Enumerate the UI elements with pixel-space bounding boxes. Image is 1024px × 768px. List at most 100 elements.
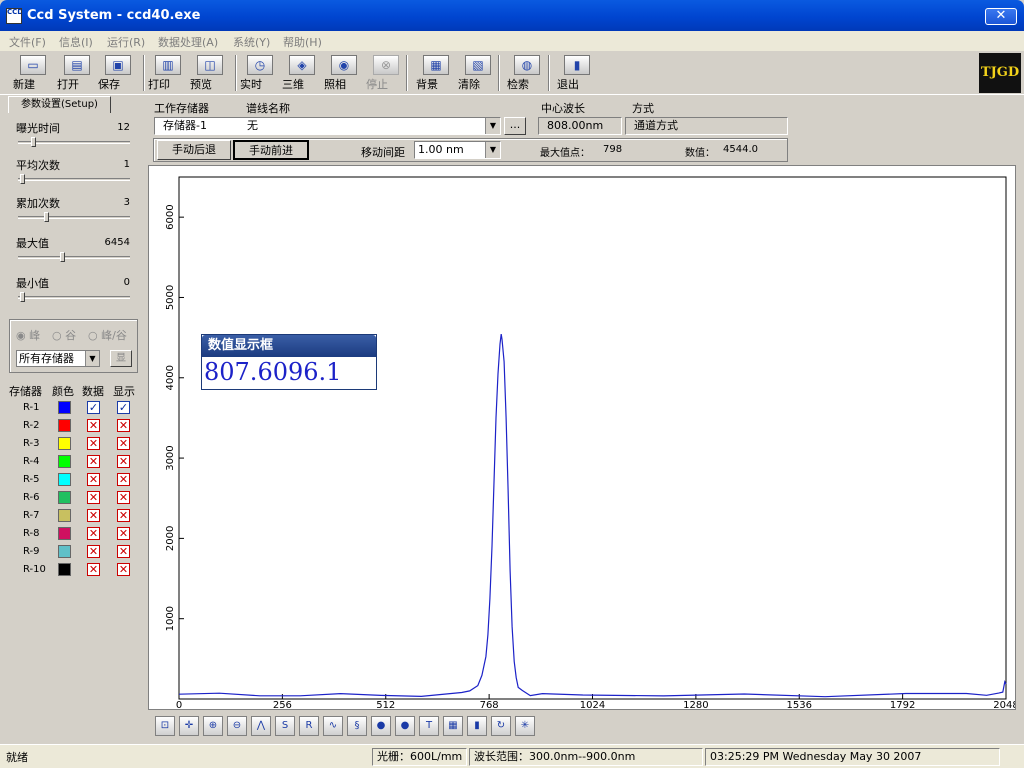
memory-data-checkbox[interactable]: ✕ — [87, 437, 100, 450]
spectrum-chart[interactable]: 0 256 512 768 1024 1280 1536 1792 2048 1000 2000 30… — [148, 165, 1016, 710]
store-select[interactable]: 所有存储器 ▼ — [16, 350, 100, 367]
background-icon: ▦ — [423, 55, 449, 75]
slider-thumb[interactable] — [60, 252, 65, 262]
spectrum-plot[interactable]: 0 256 512 768 1024 1280 1536 1792 2048 1000 2000 30… — [149, 166, 1015, 709]
toolbar-button-1[interactable]: ▤ 打开 — [57, 55, 97, 93]
slider-track[interactable] — [18, 252, 130, 262]
chevron-down-icon[interactable]: ▼ — [485, 142, 500, 158]
manual-back-button[interactable]: 手动后退 — [157, 140, 231, 160]
memory-show-checkbox[interactable]: ✓ — [117, 401, 130, 414]
chevron-down-icon[interactable]: ▼ — [485, 118, 500, 134]
menu-file[interactable]: 文件(F) — [9, 34, 46, 50]
slider-thumb[interactable] — [44, 212, 49, 222]
memory-data-checkbox[interactable]: ✕ — [87, 545, 100, 558]
r-equals-icon[interactable]: R — [299, 716, 319, 736]
slider-thumb[interactable] — [20, 174, 25, 184]
memory-color-swatch[interactable] — [58, 437, 71, 450]
memory-color-swatch[interactable] — [58, 527, 71, 540]
t-w-icon[interactable]: T — [419, 716, 439, 736]
menu-help[interactable]: 帮助(H) — [283, 34, 322, 50]
slider-thumb[interactable] — [20, 292, 25, 302]
toolbar-button-9[interactable]: ▦ 背景 — [416, 55, 456, 93]
memory-data-checkbox[interactable]: ✕ — [87, 563, 100, 576]
memory-show-checkbox[interactable]: ✕ — [117, 563, 130, 576]
memory-show-checkbox[interactable]: ✕ — [117, 455, 130, 468]
memory-show-checkbox[interactable]: ✕ — [117, 473, 130, 486]
x-tick-label: 2048 — [993, 700, 1015, 709]
toolbar-button-10[interactable]: ▧ 清除 — [458, 55, 498, 93]
step-select[interactable]: 1.00 nm ▼ — [414, 141, 501, 159]
memory-name: R-2 — [23, 420, 40, 431]
memory-color-swatch[interactable] — [58, 455, 71, 468]
bar-icon[interactable]: ▮ — [467, 716, 487, 736]
browse-button[interactable]: ... — [504, 117, 526, 135]
memory-show-checkbox[interactable]: ✕ — [117, 491, 130, 504]
chevron-down-icon[interactable]: ▼ — [85, 351, 99, 366]
y-tick-label: 3000 — [165, 445, 176, 470]
toolbar-button-5[interactable]: ◷ 实时 — [240, 55, 280, 93]
toolbar-button-8[interactable]: ⊗ 停止 — [366, 55, 406, 93]
toolbar-button-4[interactable]: ◫ 预览 — [190, 55, 230, 93]
memory-color-swatch[interactable] — [58, 509, 71, 522]
manual-forward-button[interactable]: 手动前进 — [233, 140, 309, 160]
radio-peak-valley[interactable]: ○ 峰/谷 — [88, 327, 127, 343]
toolbar-button-11[interactable]: ◍ 检索 — [507, 55, 547, 93]
s-curve-icon[interactable]: § — [347, 716, 367, 736]
s-r-icon[interactable]: S — [275, 716, 295, 736]
toolbar-button-2[interactable]: ▣ 保存 — [98, 55, 138, 93]
memory-color-swatch[interactable] — [58, 491, 71, 504]
toolbar-button-6[interactable]: ◈ 三维 — [282, 55, 322, 93]
value-display-box[interactable]: 数值显示框 807.6096.1 — [201, 334, 377, 390]
toolbar-button-12[interactable]: ▮ 退出 — [557, 55, 597, 93]
sparkle-icon[interactable]: ✳ — [515, 716, 535, 736]
memory-data-checkbox[interactable]: ✕ — [87, 473, 100, 486]
menu-system[interactable]: 系统(Y) — [233, 34, 270, 50]
close-button[interactable]: ✕ — [985, 8, 1017, 25]
zoom-in-icon[interactable]: ⊕ — [203, 716, 223, 736]
toolbar-button-7[interactable]: ◉ 照相 — [324, 55, 364, 93]
memory-show-checkbox[interactable]: ✕ — [117, 545, 130, 558]
memory-data-checkbox[interactable]: ✕ — [87, 491, 100, 504]
memory-show-checkbox[interactable]: ✕ — [117, 419, 130, 432]
toolbar-button-3[interactable]: ▥ 打印 — [148, 55, 188, 93]
memory-data-checkbox[interactable]: ✕ — [87, 527, 100, 540]
memory-color-swatch[interactable] — [58, 401, 71, 414]
menu-run[interactable]: 运行(R) — [107, 34, 145, 50]
grid-icon[interactable]: ▦ — [443, 716, 463, 736]
zoom-box-icon[interactable]: ⊡ — [155, 716, 175, 736]
slider-track[interactable] — [18, 292, 130, 302]
memory-data-checkbox[interactable]: ✕ — [87, 419, 100, 432]
tab-setup[interactable]: 参数设置(Setup) — [8, 96, 111, 113]
refresh-icon[interactable]: ↻ — [491, 716, 511, 736]
memory-name: R-4 — [23, 456, 40, 467]
radio-peak[interactable]: ◉ 峰 — [16, 327, 40, 343]
red-apple-icon[interactable]: ● — [395, 716, 415, 736]
memory-color-swatch[interactable] — [58, 545, 71, 558]
show-button[interactable]: 显 — [110, 350, 132, 367]
menu-data-processing[interactable]: 数据处理(A) — [158, 34, 218, 50]
toolbar-button-0[interactable]: ▭ 新建 — [13, 55, 53, 93]
working-store-field[interactable]: 存储器-1 无 ▼ — [154, 117, 501, 135]
slider-thumb[interactable] — [31, 137, 36, 147]
radio-valley[interactable]: ○ 谷 — [52, 327, 76, 343]
zoom-out-icon[interactable]: ⊖ — [227, 716, 247, 736]
memory-data-checkbox[interactable]: ✓ — [87, 401, 100, 414]
memory-show-checkbox[interactable]: ✕ — [117, 509, 130, 522]
crosshair-icon[interactable]: ✛ — [179, 716, 199, 736]
waveform-icon[interactable]: ∿ — [323, 716, 343, 736]
toolbar-label: 预览 — [190, 78, 212, 91]
max-point-label: 最大值点： — [540, 148, 590, 159]
memory-show-checkbox[interactable]: ✕ — [117, 437, 130, 450]
slider-track[interactable] — [18, 137, 130, 147]
memory-color-swatch[interactable] — [58, 419, 71, 432]
memory-data-checkbox[interactable]: ✕ — [87, 455, 100, 468]
menu-info[interactable]: 信息(I) — [59, 34, 93, 50]
slider-track[interactable] — [18, 212, 130, 222]
memory-color-swatch[interactable] — [58, 473, 71, 486]
slider-track[interactable] — [18, 174, 130, 184]
red-ball-icon[interactable]: ● — [371, 716, 391, 736]
peak-icon[interactable]: ⋀ — [251, 716, 271, 736]
memory-show-checkbox[interactable]: ✕ — [117, 527, 130, 540]
memory-data-checkbox[interactable]: ✕ — [87, 509, 100, 522]
memory-color-swatch[interactable] — [58, 563, 71, 576]
